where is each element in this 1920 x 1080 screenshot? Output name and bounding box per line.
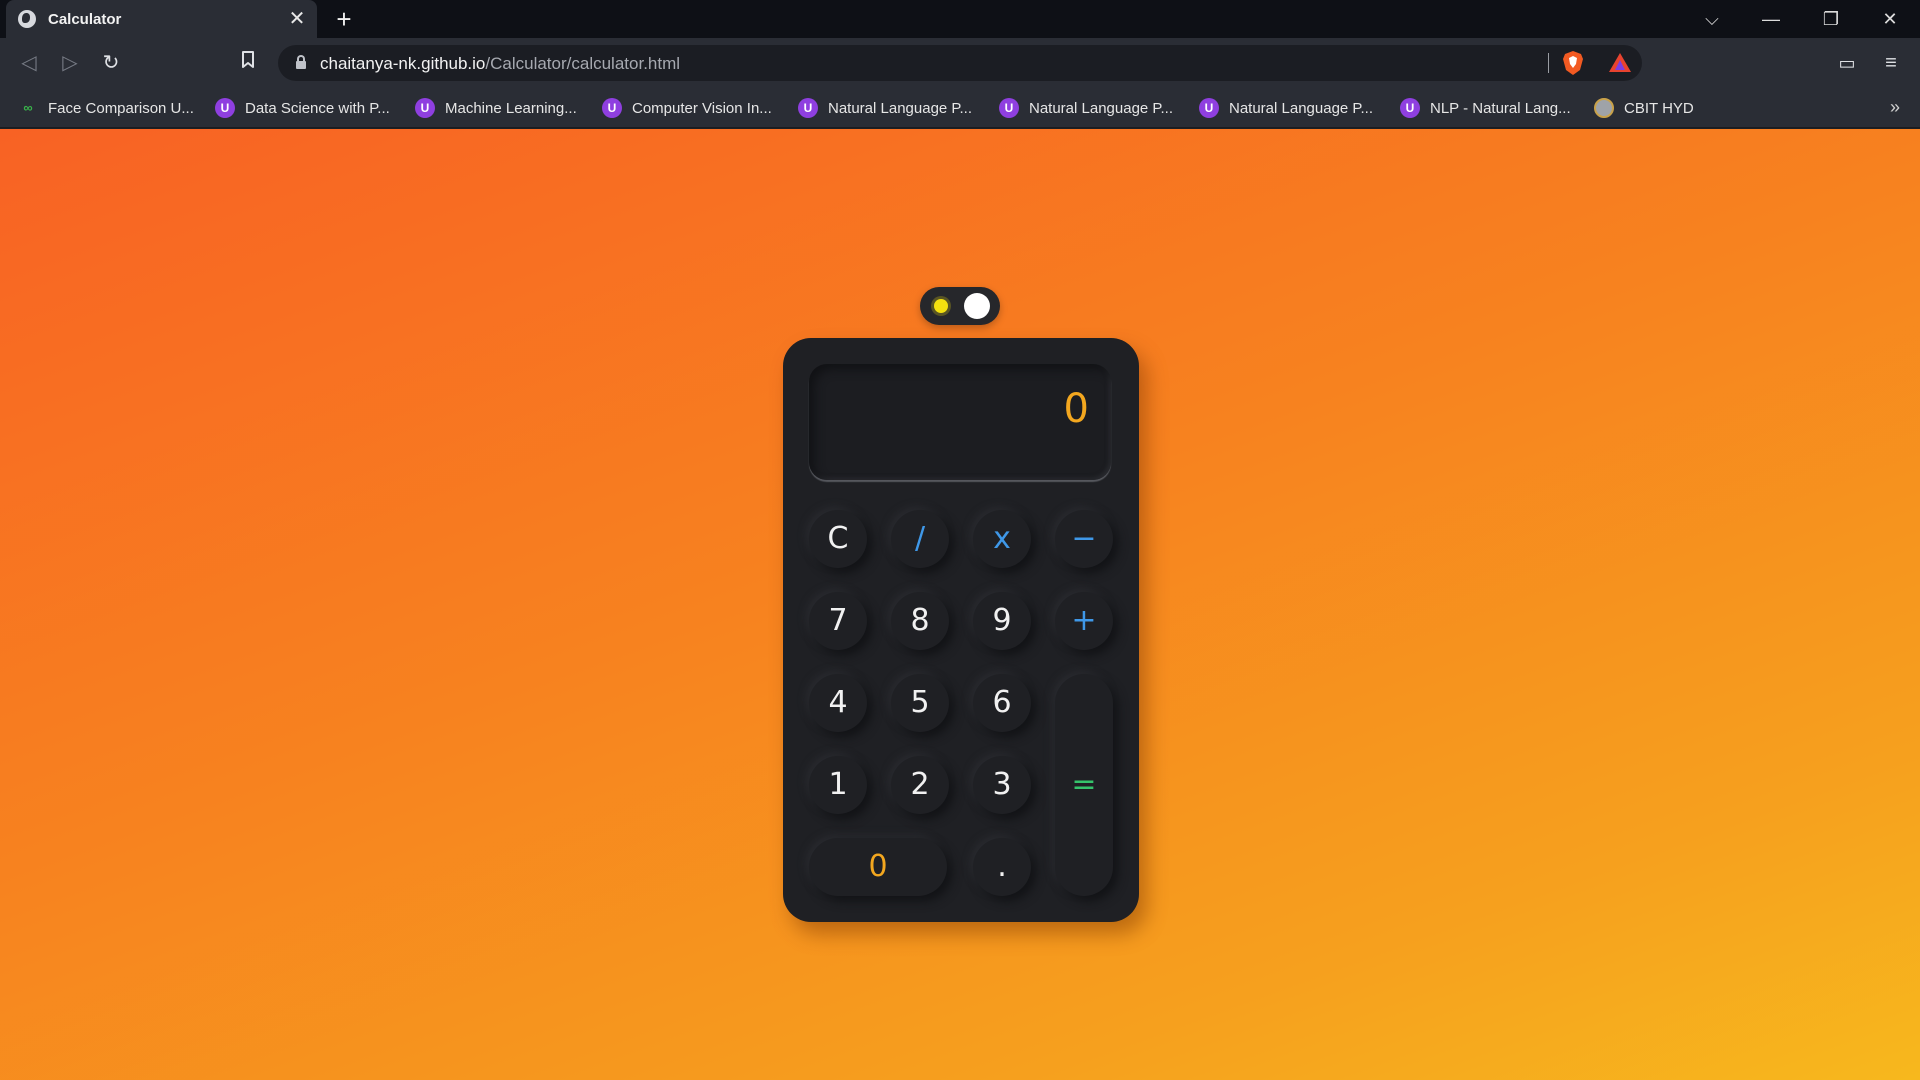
tab-calculator[interactable]: Calculator ✕ [6,0,317,38]
digit-4-button[interactable]: 4 [809,674,867,732]
more-bookmarks-icon[interactable]: » [1890,97,1900,118]
bookmark-label: Natural Language P... [828,99,973,117]
udemy-icon: U [1199,98,1219,118]
lock-icon [296,55,306,69]
tab-title: Calculator [48,10,122,28]
page-background: 0 C / x − 7 8 9 + 4 5 6 = 1 2 3 0 . [0,129,1920,1080]
bookmark-item[interactable]: U Natural Language P... [798,97,972,119]
digit-7-button[interactable]: 7 [809,592,867,650]
bookmark-item[interactable]: ∞ Face Comparison U... [18,97,194,119]
url-text[interactable]: chaitanya-nk.github.io/Calculator/calcul… [320,54,680,74]
address-bar[interactable]: chaitanya-nk.github.io/Calculator/calcul… [278,45,1642,81]
bookmark-label: Face Comparison U... [48,99,194,117]
tab-search-icon[interactable]: ⌵ [1692,4,1732,34]
forward-button[interactable]: ▷ [57,50,83,76]
reload-button[interactable]: ↻ [98,50,124,76]
udemy-icon: U [798,98,818,118]
toggle-knob[interactable] [964,293,990,319]
bookmark-icon [242,51,254,68]
bookmark-label: Natural Language P... [1229,99,1374,117]
udemy-icon: U [215,98,235,118]
back-button[interactable]: ◁ [16,50,42,76]
browser-toolbar: ◁ ▷ ↻ chaitanya-nk.github.io/Calculator/… [0,38,1920,88]
udemy-icon: U [999,98,1019,118]
bookmark-label: NLP - Natural Lang... [1430,99,1571,117]
globe-icon [18,10,36,28]
digit-3-button[interactable]: 3 [973,756,1031,814]
digit-2-button[interactable]: 2 [891,756,949,814]
bookmark-item[interactable]: U Computer Vision In... [602,97,772,119]
digit-8-button[interactable]: 8 [891,592,949,650]
restore-button[interactable]: ❐ [1811,4,1851,34]
minimize-button[interactable]: — [1751,4,1791,34]
divide-button[interactable]: / [891,510,949,568]
seal-icon [1594,98,1614,118]
wallet-icon[interactable]: ▭ [1834,50,1860,76]
menu-icon[interactable]: ≡ [1878,50,1904,76]
digit-1-button[interactable]: 1 [809,756,867,814]
bookmark-item[interactable]: U Natural Language P... [999,97,1173,119]
display-value: 0 [1063,386,1089,432]
theme-toggle[interactable] [920,287,1000,325]
brave-shields-icon[interactable] [1562,50,1584,76]
subtract-button[interactable]: − [1055,510,1113,568]
calculator: 0 C / x − 7 8 9 + 4 5 6 = 1 2 3 0 . [783,338,1139,922]
digit-0-button[interactable]: 0 [809,838,947,896]
add-button[interactable]: + [1055,592,1113,650]
udemy-icon: U [415,98,435,118]
bookmark-item[interactable]: CBIT HYD [1594,97,1694,119]
bookmark-label: Natural Language P... [1029,99,1174,117]
tab-close-icon[interactable]: ✕ [287,9,307,29]
digit-6-button[interactable]: 6 [973,674,1031,732]
bookmark-item[interactable]: U Natural Language P... [1199,97,1373,119]
link-icon: ∞ [23,100,33,115]
bookmark-label: CBIT HYD [1624,99,1694,117]
brave-rewards-icon[interactable] [1608,51,1632,75]
url-divider [1548,53,1549,73]
calculator-display: 0 [809,364,1111,480]
bookmark-label: Data Science with P... [245,99,390,117]
udemy-icon: U [602,98,622,118]
decimal-button[interactable]: . [973,838,1031,896]
url-host: chaitanya-nk.github.io [320,54,486,73]
bookmarks-bar: ∞ Face Comparison U... U Data Science wi… [0,88,1920,128]
clear-button[interactable]: C [809,510,867,568]
new-tab-button[interactable]: + [331,6,357,32]
bookmark-page-icon[interactable] [235,50,261,76]
bookmark-label: Machine Learning... [445,99,577,117]
sun-icon [934,299,948,313]
bookmark-label: Computer Vision In... [632,99,772,117]
digit-9-button[interactable]: 9 [973,592,1031,650]
digit-5-button[interactable]: 5 [891,674,949,732]
udemy-icon: U [1400,98,1420,118]
tab-strip: Calculator ✕ + ⌵ — ❐ ✕ [0,0,1920,38]
bookmark-item[interactable]: U Machine Learning... [415,97,577,119]
multiply-button[interactable]: x [973,510,1031,568]
bookmark-item[interactable]: U Data Science with P... [215,97,390,119]
bookmark-item[interactable]: U NLP - Natural Lang... [1400,97,1571,119]
equals-button[interactable]: = [1055,674,1113,896]
close-window-button[interactable]: ✕ [1870,4,1910,34]
url-path: /Calculator/calculator.html [485,54,681,73]
